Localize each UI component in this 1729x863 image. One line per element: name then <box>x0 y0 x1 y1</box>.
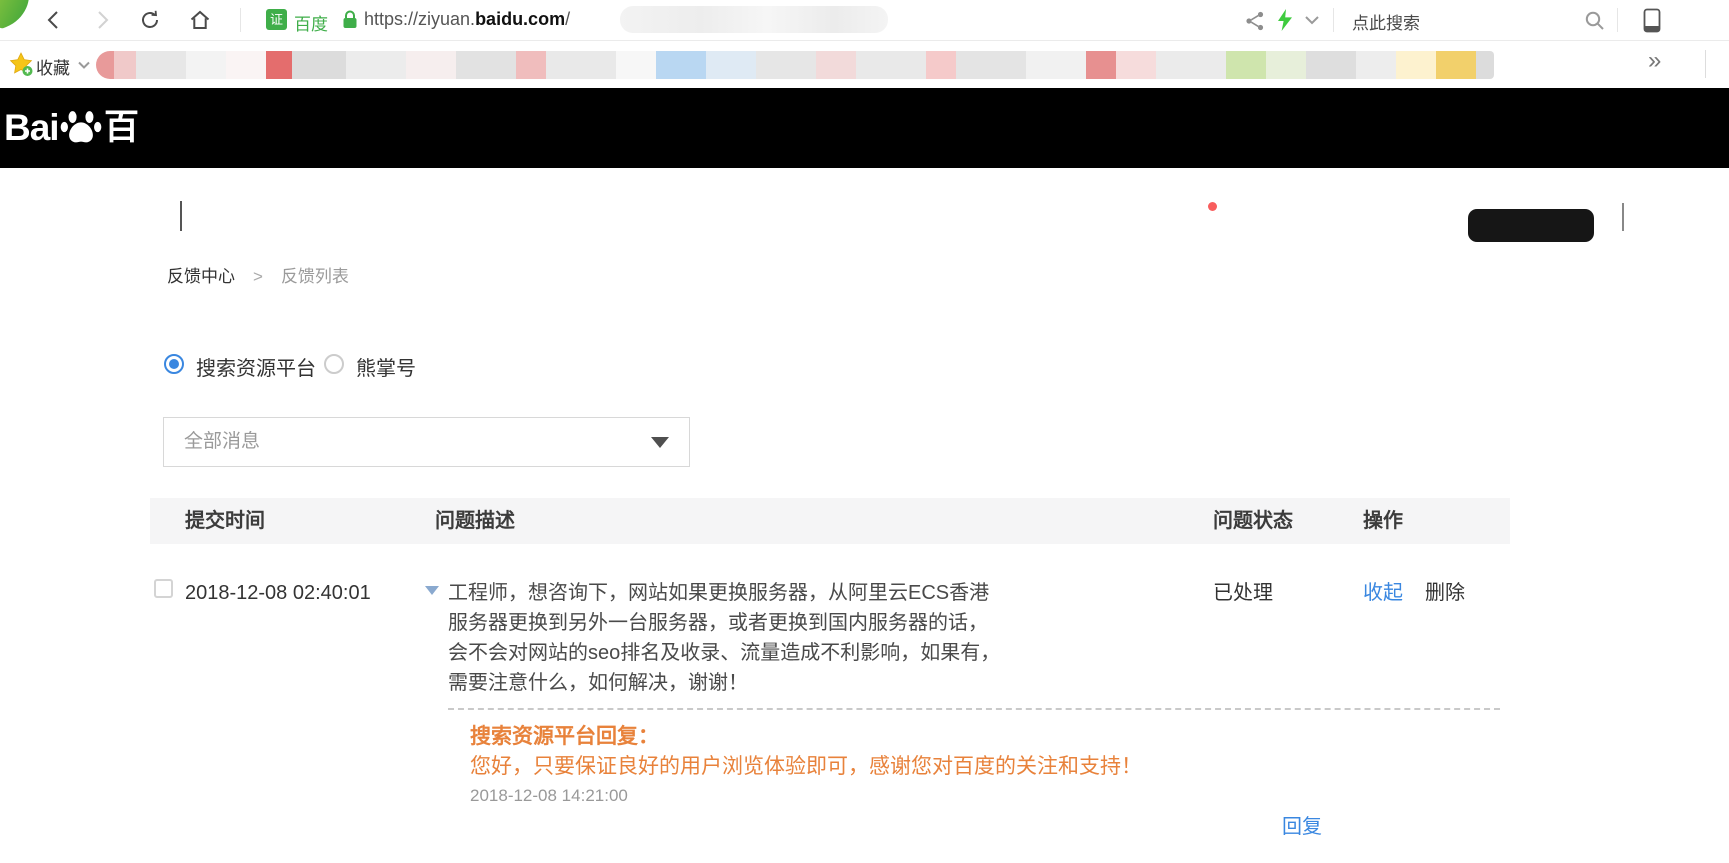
collapse-triangle-icon[interactable] <box>425 586 439 595</box>
radio-platform[interactable] <box>164 354 184 374</box>
bookmarks-redaction-strip[interactable] <box>96 51 1494 79</box>
message-filter-dropdown[interactable]: 全部消息 <box>163 417 690 467</box>
url-scheme: https://ziyuan. <box>364 9 475 29</box>
col-header-status: 问题状态 <box>1213 498 1293 544</box>
nav-item-academy[interactable]: 搜索学院 <box>483 176 579 256</box>
breadcrumb-separator: > <box>253 267 263 286</box>
logo-text-cn: 百度 <box>104 88 139 248</box>
issue-desc-line-1: 工程师，想咨询下，网站如果更换服务器，从阿里云ECS香港 <box>448 578 1000 608</box>
toolbar-separator-2 <box>1333 8 1334 32</box>
url-path: / <box>565 9 570 29</box>
logo-text-latin: Bai <box>4 88 59 168</box>
share-icon[interactable] <box>1243 9 1267 33</box>
row-submit-time: 2018-12-08 02:40:01 <box>185 578 371 608</box>
action-delete[interactable]: 删除 <box>1425 578 1465 608</box>
radio-xiongzhang[interactable] <box>324 354 344 374</box>
paw-icon <box>58 104 104 150</box>
favorites-star-icon[interactable] <box>8 51 34 77</box>
forward-icon[interactable] <box>90 8 114 32</box>
reply-time: 2018-12-08 14:21:00 <box>470 782 1142 810</box>
breadcrumb-root[interactable]: 反馈中心 <box>167 267 235 286</box>
issue-desc-line-4: 需要注意什么，如何解决，谢谢！ <box>448 668 1000 698</box>
radio-platform-label[interactable]: 搜索资源平台 <box>196 352 316 381</box>
reply-body: 您好，只要保证良好的用户浏览体验即可，感谢您对百度的关注和支持！ <box>470 752 1142 782</box>
platform-name: 搜索资源平台 <box>196 176 340 256</box>
cert-site-label[interactable]: 百度 <box>294 10 328 35</box>
bookmarks-separator <box>1705 50 1706 78</box>
url-host: baidu.com <box>475 9 565 29</box>
refresh-icon[interactable] <box>138 8 162 32</box>
row-status: 已处理 <box>1213 578 1273 608</box>
toolbar-separator-1 <box>240 8 241 32</box>
nav-item-site-support[interactable]: 网站支持 <box>647 176 743 256</box>
lightning-icon[interactable] <box>1274 8 1296 32</box>
nav-item-user-center[interactable]: 用户中心 <box>1266 176 1362 256</box>
phone-icon[interactable] <box>1640 7 1664 35</box>
nav-item-interaction[interactable]: 互动交流 <box>812 176 908 256</box>
col-header-desc: 问题描述 <box>435 498 515 544</box>
dropdown-caret-icon <box>651 437 669 448</box>
nav-item-home[interactable]: 首页 <box>364 176 412 256</box>
dropdown-value: 全部消息 <box>184 418 260 466</box>
quick-search-box[interactable]: 点此搜索 <box>1352 9 1420 34</box>
navbar-separator <box>1622 203 1624 231</box>
toolbar-separator-3 <box>1617 8 1618 32</box>
search-icon[interactable] <box>1583 9 1607 33</box>
row-checkbox[interactable] <box>154 579 173 598</box>
lock-icon[interactable] <box>340 9 360 31</box>
breadcrumb: 反馈中心 > 反馈列表 <box>167 262 349 287</box>
favorites-label[interactable]: 收藏 <box>36 54 70 79</box>
url-redaction-blob <box>620 6 888 33</box>
issue-desc-line-2: 服务器更换到另外一台服务器，或者更换到国内服务器的话， <box>448 608 1000 638</box>
browser-logo-fragment <box>0 0 38 29</box>
reply-title: 搜索资源平台回复： <box>470 722 1142 752</box>
reply-block: 搜索资源平台回复： 您好，只要保证良好的用户浏览体验即可，感谢您对百度的关注和支… <box>470 722 1142 810</box>
toolbar-chevron-down-icon[interactable] <box>1303 13 1321 27</box>
nav-item-xiongzhang[interactable]: 熊掌号 <box>1142 176 1214 256</box>
bookmarks-bar: 收藏 » <box>0 41 1729 89</box>
bookmarks-more-icon[interactable]: » <box>1648 47 1661 75</box>
clipped-glyph-fragment <box>1720 208 1729 232</box>
issue-description: 工程师，想咨询下，网站如果更换服务器，从阿里云ECS香港 服务器更换到另外一台服… <box>448 578 1000 698</box>
action-collapse[interactable]: 收起 <box>1363 578 1403 608</box>
breadcrumb-current: 反馈列表 <box>281 267 349 286</box>
table-header: 提交时间 问题描述 问题状态 操作 <box>150 498 1510 544</box>
nav-item-cooperation[interactable]: 资源合作 <box>977 176 1073 256</box>
favorites-chevron-icon[interactable] <box>76 59 92 71</box>
back-icon[interactable] <box>42 8 66 32</box>
address-bar[interactable]: https://ziyuan.baidu.com/ <box>364 9 570 30</box>
notification-dot <box>1208 202 1217 211</box>
browser-toolbar: 证 百度 https://ziyuan.baidu.com/ 点此搜索 <box>0 0 1729 41</box>
site-navbar: Bai 百度 搜索资源平台 首页 搜索学院 网站支持 互动交流 资源合作 熊掌号… <box>0 88 1729 168</box>
reply-link[interactable]: 回复 <box>1282 810 1322 839</box>
radio-xiongzhang-label[interactable]: 熊掌号 <box>356 352 416 381</box>
reply-divider <box>448 708 1500 710</box>
home-icon[interactable] <box>188 8 212 32</box>
logo-separator <box>180 201 182 231</box>
username-redaction[interactable] <box>1468 209 1594 242</box>
col-header-actions: 操作 <box>1363 498 1403 544</box>
cert-badge[interactable]: 证 <box>266 9 287 30</box>
issue-desc-line-3: 会不会对网站的seo排名及收录、流量造成不利影响，如果有， <box>448 638 1000 668</box>
col-header-time: 提交时间 <box>185 498 265 544</box>
